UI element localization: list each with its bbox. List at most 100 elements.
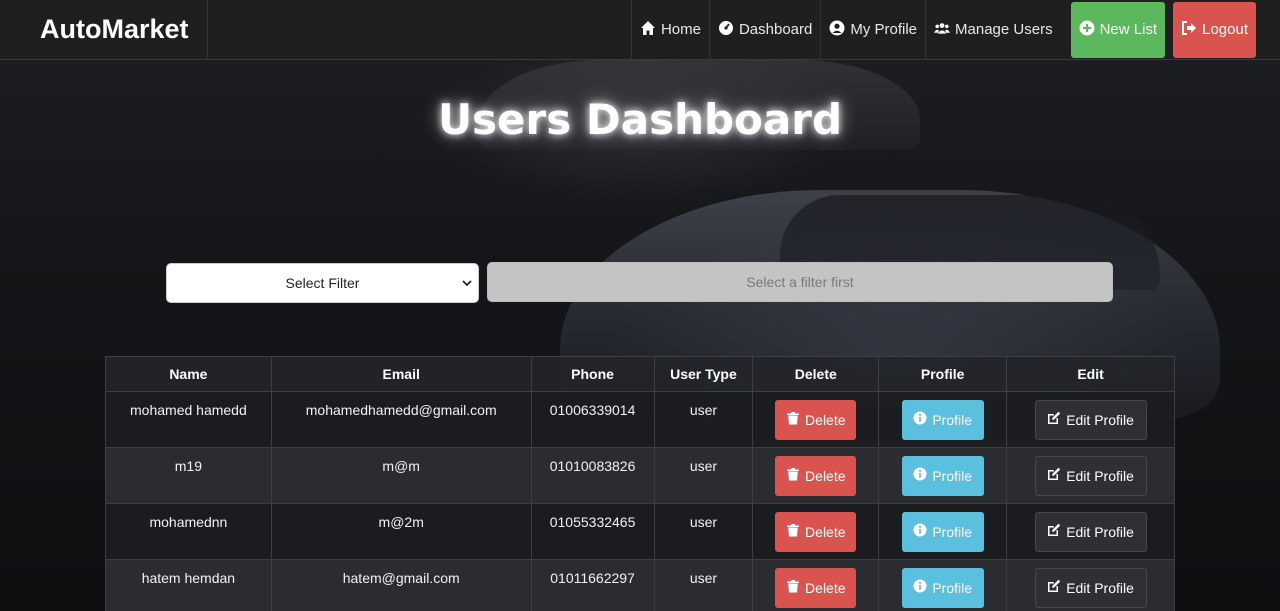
table-row: hatem hemdan hatem@gmail.com 01011662297… [105, 559, 1175, 611]
edit-profile-button-label: Edit Profile [1066, 411, 1134, 428]
cell-email: mohamedhamedd@gmail.com [270, 391, 532, 448]
filter-value-input[interactable]: Select a filter first [487, 262, 1113, 302]
nav-home[interactable]: Home [630, 0, 709, 60]
cell-profile: Profile [878, 391, 1008, 448]
cell-user-type: user [653, 559, 754, 611]
table-row: m19 m@m 01010083826 user Delete Profile [105, 447, 1175, 504]
cell-email: hatem@gmail.com [270, 559, 532, 611]
nav-my-profile-label: My Profile [850, 21, 918, 38]
cell-edit: Edit Profile [1006, 391, 1175, 448]
trash-icon [786, 579, 800, 596]
cell-user-type: user [653, 391, 754, 448]
edit-profile-button-label: Edit Profile [1066, 467, 1134, 484]
col-header-edit: Edit [1006, 356, 1175, 392]
cell-delete: Delete [752, 447, 880, 504]
delete-button-label: Delete [805, 523, 846, 540]
cell-edit: Edit Profile [1006, 503, 1175, 560]
cell-edit: Edit Profile [1006, 559, 1175, 611]
profile-button-label: Profile [932, 411, 972, 428]
info-icon [913, 523, 927, 540]
cell-name: mohamed hamedd [105, 391, 272, 448]
table-header-row: Name Email Phone User Type Delete Profil… [105, 356, 1175, 392]
logout-label: Logout [1202, 21, 1248, 38]
nav-items: Home Dashboard My Profile Manage Users N… [630, 0, 1280, 60]
table-row: mohamed hamedd mohamedhamedd@gmail.com 0… [105, 391, 1175, 448]
nav-home-label: Home [660, 21, 701, 38]
user-circle-icon [829, 20, 845, 40]
page-title: Users Dashboard [437, 95, 843, 144]
trash-icon [786, 523, 800, 540]
filter-value-placeholder: Select a filter first [746, 274, 854, 290]
cell-phone: 01006339014 [530, 391, 655, 448]
users-icon [934, 20, 951, 40]
profile-button-label: Profile [932, 467, 972, 484]
edit-profile-button-label: Edit Profile [1066, 523, 1134, 540]
new-list-button[interactable]: New List [1070, 1, 1166, 58]
delete-button[interactable]: Delete [775, 511, 857, 552]
trash-icon [786, 467, 800, 484]
profile-button[interactable]: Profile [901, 511, 984, 552]
cell-phone: 01055332465 [530, 503, 655, 560]
cell-delete: Delete [752, 391, 880, 448]
home-icon [640, 20, 656, 40]
edit-profile-button[interactable]: Edit Profile [1034, 399, 1147, 440]
delete-button[interactable]: Delete [775, 399, 857, 440]
nav-dashboard[interactable]: Dashboard [708, 0, 820, 60]
table-row: mohamednn m@2m 01055332465 user Delete P… [105, 503, 1175, 560]
info-icon [913, 411, 927, 428]
filter-select-value: Select Filter [285, 275, 360, 291]
chevron-down-icon [460, 276, 474, 290]
edit-profile-button[interactable]: Edit Profile [1034, 455, 1147, 496]
delete-button[interactable]: Delete [775, 455, 857, 496]
col-header-delete: Delete [752, 356, 880, 392]
users-table: Name Email Phone User Type Delete Profil… [105, 356, 1175, 611]
navbar: AutoMarket Home Dashboard My Profile Man… [0, 0, 1280, 60]
profile-button[interactable]: Profile [901, 455, 984, 496]
profile-button-label: Profile [932, 579, 972, 596]
cell-profile: Profile [878, 559, 1008, 611]
cell-delete: Delete [752, 559, 880, 611]
cell-user-type: user [653, 447, 754, 504]
col-header-phone: Phone [530, 356, 655, 392]
filter-select[interactable]: Select Filter [166, 263, 479, 303]
cell-edit: Edit Profile [1006, 447, 1175, 504]
edit-icon [1047, 467, 1061, 484]
info-icon [913, 579, 927, 596]
new-list-label: New List [1099, 21, 1158, 38]
info-icon [913, 467, 927, 484]
cell-name: m19 [105, 447, 272, 504]
profile-button[interactable]: Profile [901, 567, 984, 608]
cell-profile: Profile [878, 447, 1008, 504]
edit-profile-button[interactable]: Edit Profile [1034, 567, 1147, 608]
col-header-profile: Profile [878, 356, 1008, 392]
logout-button[interactable]: Logout [1173, 1, 1256, 58]
cell-profile: Profile [878, 503, 1008, 560]
nav-manage-users[interactable]: Manage Users [925, 0, 1061, 60]
plus-circle-icon [1079, 20, 1095, 40]
nav-my-profile[interactable]: My Profile [820, 0, 925, 60]
dashboard-icon [718, 20, 734, 40]
delete-button-label: Delete [805, 411, 846, 428]
edit-icon [1047, 411, 1061, 428]
nav-dashboard-label: Dashboard [738, 21, 813, 38]
cell-delete: Delete [752, 503, 880, 560]
profile-button[interactable]: Profile [901, 399, 984, 440]
col-header-email: Email [270, 356, 532, 392]
nav-manage-users-label: Manage Users [955, 21, 1053, 38]
cell-name: hatem hemdan [105, 559, 272, 611]
logout-icon [1181, 20, 1197, 40]
edit-profile-button[interactable]: Edit Profile [1034, 511, 1147, 552]
cell-email: m@2m [270, 503, 532, 560]
cell-name: mohamednn [105, 503, 272, 560]
brand-logo[interactable]: AutoMarket [0, 0, 208, 60]
profile-button-label: Profile [932, 523, 972, 540]
delete-button[interactable]: Delete [775, 567, 857, 608]
delete-button-label: Delete [805, 579, 846, 596]
col-header-user-type: User Type [653, 356, 754, 392]
edit-icon [1047, 523, 1061, 540]
cell-phone: 01011662297 [530, 559, 655, 611]
edit-profile-button-label: Edit Profile [1066, 579, 1134, 596]
cell-user-type: user [653, 503, 754, 560]
edit-icon [1047, 579, 1061, 596]
trash-icon [786, 411, 800, 428]
